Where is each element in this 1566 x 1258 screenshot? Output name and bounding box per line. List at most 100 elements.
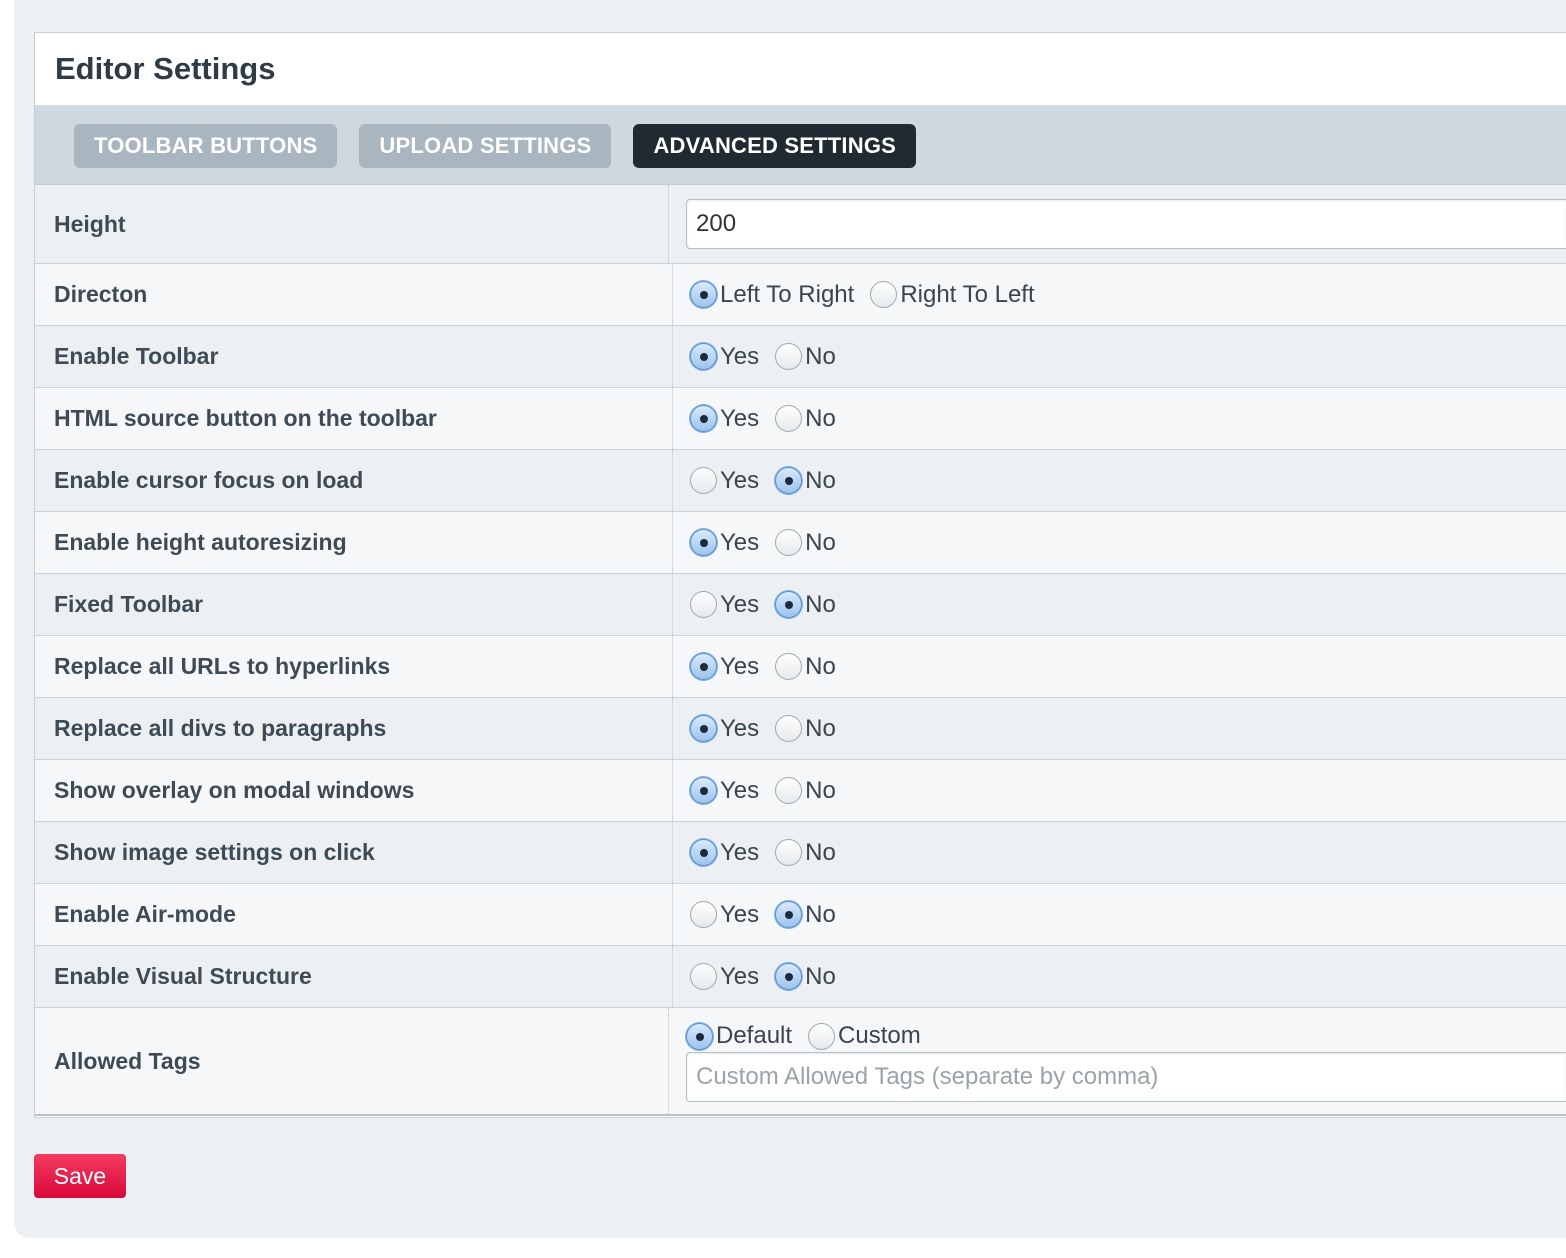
radio-yes[interactable]: Yes	[690, 777, 759, 805]
radio-label: No	[805, 714, 836, 742]
radio-button[interactable]	[690, 715, 717, 742]
radio-button[interactable]	[690, 529, 717, 556]
radio-yes[interactable]: Yes	[690, 529, 759, 557]
radio-label: No	[805, 342, 836, 370]
radio-no[interactable]: No	[775, 777, 836, 805]
radio-label: Yes	[720, 714, 760, 742]
tab-toolbar-buttons[interactable]: TOOLBAR BUTTONS	[74, 123, 338, 168]
radio-label: Yes	[720, 900, 760, 928]
tab-upload-settings[interactable]: UPLOAD SETTINGS	[359, 123, 612, 168]
radio-button[interactable]	[690, 591, 717, 618]
radio-no[interactable]: No	[775, 405, 836, 433]
setting-row: Enable cursor focus on load Yes No	[35, 450, 1566, 512]
radio-yes[interactable]: Yes	[690, 839, 759, 867]
height-input[interactable]	[686, 199, 1566, 249]
radio-yes[interactable]: Yes	[690, 405, 759, 433]
setting-row: Show overlay on modal windows Yes No	[35, 760, 1566, 822]
radio-button[interactable]	[775, 591, 803, 618]
radio-label: Right To Left	[900, 280, 1035, 308]
setting-label: Show image settings on click	[35, 822, 673, 883]
radio-button[interactable]	[690, 839, 717, 866]
tab-advanced-settings[interactable]: ADVANCED SETTINGS	[633, 123, 917, 168]
radio-yes[interactable]: Yes	[690, 591, 759, 619]
page-title: Editor Settings	[35, 33, 1566, 107]
radio-label: Left To Right	[720, 280, 855, 308]
radio-button[interactable]	[690, 405, 717, 432]
radio-left-to-right[interactable]: Left To Right	[690, 281, 854, 309]
radio-label: Yes	[720, 466, 760, 494]
radio-label: No	[805, 962, 836, 990]
radio-label: Yes	[720, 342, 760, 370]
radio-button[interactable]	[690, 467, 717, 494]
radio-label: No	[805, 590, 836, 618]
setting-label: Enable height autoresizing	[35, 512, 673, 573]
setting-label: Enable cursor focus on load	[35, 450, 673, 511]
radio-button[interactable]	[775, 715, 803, 742]
setting-row: HTML source button on the toolbar Yes No	[35, 388, 1566, 450]
radio-button[interactable]	[775, 777, 803, 804]
radio-label: No	[805, 404, 836, 432]
radio-no[interactable]: No	[775, 529, 836, 557]
radio-button[interactable]	[775, 839, 803, 866]
radio-button[interactable]	[690, 901, 717, 928]
custom-allowed-tags-input[interactable]	[686, 1052, 1566, 1102]
setting-row: Show image settings on click Yes No	[35, 822, 1566, 884]
radio-label: No	[805, 776, 836, 804]
radio-label: No	[805, 652, 836, 680]
radio-no[interactable]: No	[775, 653, 836, 681]
radio-no[interactable]: No	[775, 467, 836, 495]
radio-button[interactable]	[775, 529, 803, 556]
radio-label: Yes	[720, 590, 760, 618]
setting-label: Height	[35, 185, 669, 263]
radio-label: Yes	[720, 776, 760, 804]
radio-yes[interactable]: Yes	[690, 963, 759, 991]
radio-button[interactable]	[775, 653, 803, 680]
setting-label: HTML source button on the toolbar	[35, 388, 673, 449]
setting-label: Enable Visual Structure	[35, 946, 673, 1007]
radio-button[interactable]	[775, 405, 803, 432]
radio-no[interactable]: No	[775, 715, 836, 743]
radio-no[interactable]: No	[775, 839, 836, 867]
radio-label: Yes	[720, 652, 760, 680]
setting-label: Enable Air-mode	[35, 884, 673, 945]
radio-label: Default	[716, 1022, 793, 1049]
radio-label: Yes	[720, 528, 760, 556]
settings-table: Height Directon Left To Right Right To L…	[35, 185, 1566, 1116]
radio-button[interactable]	[686, 1022, 713, 1050]
radio-button[interactable]	[690, 963, 717, 990]
radio-right-to-left[interactable]: Right To Left	[870, 280, 1035, 309]
tab-bar: TOOLBAR BUTTONS UPLOAD SETTINGS ADVANCED…	[35, 107, 1566, 185]
radio-button[interactable]	[870, 281, 898, 308]
radio-no[interactable]: No	[775, 901, 836, 929]
setting-label: Allowed Tags	[35, 1008, 669, 1114]
radio-yes[interactable]: Yes	[690, 901, 759, 929]
radio-button[interactable]	[775, 901, 803, 928]
save-button[interactable]: Save	[34, 1154, 126, 1198]
editor-settings-panel: Editor Settings TOOLBAR BUTTONS UPLOAD S…	[34, 32, 1566, 1118]
radio-label: Yes	[720, 404, 760, 432]
radio-button[interactable]	[808, 1022, 836, 1050]
radio-no[interactable]: No	[775, 343, 836, 371]
radio-label: No	[805, 466, 836, 494]
setting-label: Replace all URLs to hyperlinks	[35, 636, 673, 697]
setting-row: Replace all URLs to hyperlinks Yes No	[35, 636, 1566, 698]
radio-yes[interactable]: Yes	[690, 653, 759, 681]
radio-no[interactable]: No	[775, 963, 836, 991]
radio-label: Yes	[720, 838, 760, 866]
radio-button[interactable]	[775, 963, 803, 990]
radio-button[interactable]	[690, 653, 717, 680]
radio-custom[interactable]: Custom	[808, 1022, 921, 1050]
radio-yes[interactable]: Yes	[690, 343, 759, 371]
radio-label: No	[805, 900, 836, 928]
radio-button[interactable]	[690, 343, 717, 370]
radio-yes[interactable]: Yes	[690, 715, 759, 743]
radio-label: No	[805, 838, 836, 866]
radio-default[interactable]: Default	[686, 1022, 792, 1050]
setting-row: Enable Visual Structure Yes No	[35, 946, 1566, 1008]
radio-button[interactable]	[775, 467, 803, 494]
radio-button[interactable]	[690, 281, 717, 308]
radio-yes[interactable]: Yes	[690, 467, 759, 495]
radio-button[interactable]	[775, 343, 803, 370]
radio-no[interactable]: No	[775, 591, 836, 619]
radio-button[interactable]	[690, 777, 717, 804]
